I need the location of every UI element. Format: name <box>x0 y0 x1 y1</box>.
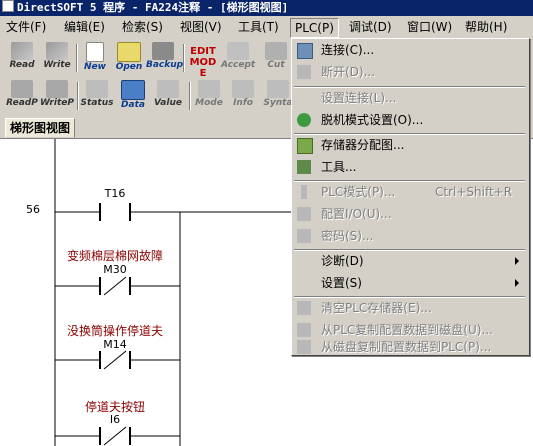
menu-edit[interactable]: 编辑(E) <box>60 18 109 36</box>
toolbar-separator <box>189 82 191 110</box>
menu-item-setup[interactable]: 设置(S) <box>292 272 527 294</box>
read-button[interactable]: Read <box>5 42 39 74</box>
menu-item-diagnostics[interactable]: 诊断(D) <box>292 250 527 272</box>
menu-item-configure-io[interactable]: 配置I/O(U)... <box>292 203 527 225</box>
submenu-arrow-icon <box>515 257 519 265</box>
menu-item-connect[interactable]: 连接(C)... <box>292 39 527 61</box>
contact-m14 <box>103 350 127 370</box>
plc-mode-icon <box>301 185 307 199</box>
menu-help[interactable]: 帮助(H) <box>461 18 511 36</box>
menu-item-tools[interactable]: 工具... <box>292 156 527 178</box>
writep-button[interactable]: WriteP <box>40 80 74 112</box>
app-icon <box>2 0 14 12</box>
menu-plc[interactable]: PLC(P) <box>290 18 339 38</box>
contact-address: M30 <box>103 263 127 276</box>
contact-i6 <box>103 426 127 446</box>
backup-button[interactable]: Backup <box>146 42 183 74</box>
rung-number: 56 <box>26 203 40 216</box>
scissors-icon <box>265 42 287 60</box>
accept-icon <box>227 42 249 60</box>
edit-mode-button[interactable]: EDIT MODE <box>186 42 220 79</box>
menu-view[interactable]: 视图(V) <box>176 18 226 36</box>
tools-icon <box>297 160 311 174</box>
menu-item-disconnect[interactable]: 断开(D)... <box>292 61 527 83</box>
menu-tools[interactable]: 工具(T) <box>234 18 283 36</box>
readp-button[interactable]: ReadP <box>5 80 39 112</box>
read-plc-icon <box>11 80 33 98</box>
copy-to-plc-icon <box>297 340 311 354</box>
clear-memory-icon <box>297 301 311 315</box>
disconnect-icon <box>297 65 311 79</box>
backup-icon <box>152 42 174 60</box>
status-icon <box>86 80 108 98</box>
copy-to-disk-icon <box>297 323 311 337</box>
open-folder-icon <box>117 42 141 62</box>
configure-io-icon <box>297 207 311 221</box>
new-file-icon <box>86 42 104 62</box>
syntax-button[interactable]: Synta <box>261 80 295 112</box>
menu-item-password[interactable]: 密码(S)... <box>292 225 527 247</box>
tab-ladder-view[interactable]: 梯形图视图 <box>5 118 76 138</box>
toolbar-separator <box>77 82 79 110</box>
memory-map-icon <box>297 138 313 154</box>
value-button[interactable]: Value <box>151 80 185 112</box>
mode-icon <box>198 80 220 98</box>
contact-address: T16 <box>104 187 126 200</box>
menu-window[interactable]: 窗口(W) <box>403 18 456 36</box>
value-icon <box>157 80 179 98</box>
menu-item-copy-config-to-disk[interactable]: 从PLC复制配置数据到磁盘(U)... <box>292 319 527 341</box>
plc-menu: 连接(C)... 断开(D)... 设置连接(L)... 脱机模式设置(O)..… <box>291 38 530 356</box>
menu-search[interactable]: 检索(S) <box>118 18 167 36</box>
menu-item-setup-link[interactable]: 设置连接(L)... <box>292 87 527 109</box>
password-icon <box>297 229 311 243</box>
menu-item-copy-config-to-plc[interactable]: 从磁盘复制配置数据到PLC(P)... <box>292 339 527 355</box>
write-icon <box>46 42 68 60</box>
data-button[interactable]: Data <box>116 80 150 112</box>
new-button[interactable]: New <box>78 42 112 74</box>
contact-address: M14 <box>103 338 127 351</box>
data-grid-icon <box>121 80 145 100</box>
title-bar: DirectSOFT 5 程序 - FA224注释 - [梯形图视图] <box>0 0 533 16</box>
read-icon <box>11 42 33 60</box>
cut-button[interactable]: Cut <box>259 42 293 74</box>
contact-comment: 没换筒操作停道夫 <box>66 324 163 338</box>
window-title: DirectSOFT 5 程序 - FA224注释 - [梯形图视图] <box>17 1 289 14</box>
menu-item-memory-map[interactable]: 存储器分配图... <box>292 134 527 156</box>
syntax-icon <box>267 80 289 98</box>
write-button[interactable]: Write <box>40 42 74 74</box>
info-button[interactable]: Info <box>226 80 260 112</box>
connect-icon <box>297 43 313 59</box>
menu-item-plc-mode[interactable]: PLC模式(P)... Ctrl+Shift+R <box>292 181 527 203</box>
toolbar-separator <box>183 44 185 72</box>
contact-comment: 变频棉层棉网故障 <box>66 249 163 263</box>
info-icon <box>232 80 254 98</box>
menu-bar: 文件(F) 编辑(E) 检索(S) 视图(V) 工具(T) PLC(P) 调试(… <box>0 16 533 38</box>
contact-address: I6 <box>109 413 121 426</box>
menu-debug[interactable]: 调试(D) <box>345 18 396 36</box>
accept-button[interactable]: Accept <box>221 42 255 74</box>
contact-m30 <box>103 276 127 296</box>
edit-mode-label: EDIT MODE <box>189 46 217 79</box>
status-button[interactable]: Status <box>80 80 114 112</box>
menu-item-clear-memory[interactable]: 清空PLC存储器(E)... <box>292 297 527 319</box>
write-plc-icon <box>46 80 68 98</box>
menu-item-offline-mode[interactable]: 脱机模式设置(O)... <box>292 109 527 131</box>
menu-file[interactable]: 文件(F) <box>2 18 50 36</box>
mode-button[interactable]: Mode <box>192 80 226 112</box>
open-button[interactable]: Open <box>112 42 146 74</box>
offline-mode-icon <box>297 113 311 127</box>
submenu-arrow-icon <box>515 279 519 287</box>
